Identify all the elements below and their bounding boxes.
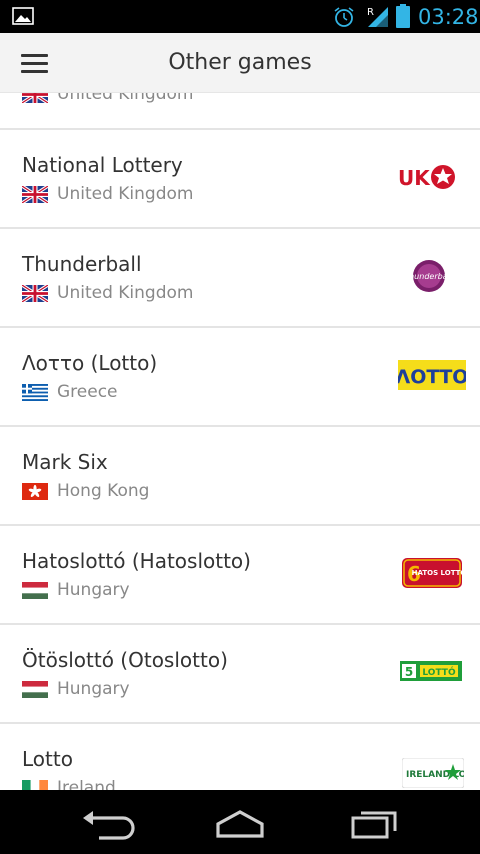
game-name: Mark Six [22,450,108,474]
signal-roaming-icon: R [367,7,388,27]
uk-logo-text: UK [398,166,431,190]
country: United Kingdom [22,92,193,105]
list-item[interactable]: Lotto Ireland IRELAND LOTTO [0,724,480,790]
hong-kong-flag-icon [22,482,48,500]
home-icon[interactable] [210,806,270,840]
uk-flag-icon [22,284,48,302]
country: Hungary [22,579,130,601]
ireland-lotto-logo: IRELAND LOTTO [402,758,464,788]
status-bar: R 03:28 [0,0,480,33]
navigation-bar [0,790,480,854]
games-list[interactable]: United Kingdom National Lottery United K… [0,92,480,790]
list-item[interactable]: Thunderball United Kingdom thunderball [0,229,480,328]
uk-flag-icon [22,185,48,203]
game-name: Λοττο (Lotto) [22,351,158,375]
country-name: United Kingdom [57,283,194,303]
country: Hungary [22,678,130,700]
page-title: Other games [168,50,312,75]
country-name: Hong Kong [57,481,150,501]
thunderball-logo-text: thunderball [406,272,453,281]
game-name: Hatoslottó (Hatoslotto) [22,549,251,573]
list-item[interactable]: United Kingdom [0,92,480,130]
hungary-flag-icon [22,581,48,599]
hatoslotto-logo: 6 HATOS LOTTÓ [402,558,462,588]
country: United Kingdom [22,282,193,304]
list-item[interactable]: Λοττο (Lotto) Greece ΛΟΤΤΟ [0,328,480,427]
hatoslotto-logo-text: HATOS LOTTÓ [412,568,462,577]
country-name: Ireland [57,778,116,790]
country-name: United Kingdom [57,92,194,104]
back-icon[interactable] [77,806,137,840]
uk-lotto-logo: UK [398,165,455,190]
country-name: Hungary [57,580,130,600]
list-item[interactable]: National Lottery United Kingdom UK [0,130,480,229]
otoslotto-logo-text: LOTTÓ [422,666,456,678]
game-name: Ötöslottó (Otoslotto) [22,648,228,672]
battery-icon [396,4,410,28]
country-name: Hungary [57,679,130,699]
greek-logo-text: ΛΟΤΤΟ [398,366,466,388]
ireland-flag-icon [22,779,48,790]
hungary-flag-icon [22,680,48,698]
country: Hong Kong [22,480,149,502]
game-name: National Lottery [22,153,183,177]
country: United Kingdom [22,183,193,205]
country-name: United Kingdom [57,184,194,204]
country-name: Greece [57,382,118,402]
list-item[interactable]: Hatoslottó (Hatoslotto) Hungary 6 HATOS … [0,526,480,625]
list-item[interactable]: Ötöslottó (Otoslotto) Hungary 5 LOTTÓ [0,625,480,724]
otoslotto-logo: 5 LOTTÓ [400,661,462,681]
greek-lotto-logo: ΛΟΤΤΟ [398,360,466,390]
alarm-icon [334,7,354,27]
uk-flag-icon [22,92,48,103]
game-name: Thunderball [22,252,142,276]
action-bar: Other games [0,33,480,93]
status-time: 03:28 [418,5,479,29]
roaming-label: R [367,7,374,18]
greece-flag-icon [22,383,48,401]
svg-text:5: 5 [405,665,413,679]
recent-apps-icon[interactable] [343,806,403,840]
picture-icon [12,7,34,25]
list-item[interactable]: Mark Six Hong Kong [0,427,480,526]
country: Greece [22,381,118,403]
thunderball-logo: thunderball [406,260,453,292]
country: Ireland [22,777,116,790]
game-name: Lotto [22,747,73,771]
